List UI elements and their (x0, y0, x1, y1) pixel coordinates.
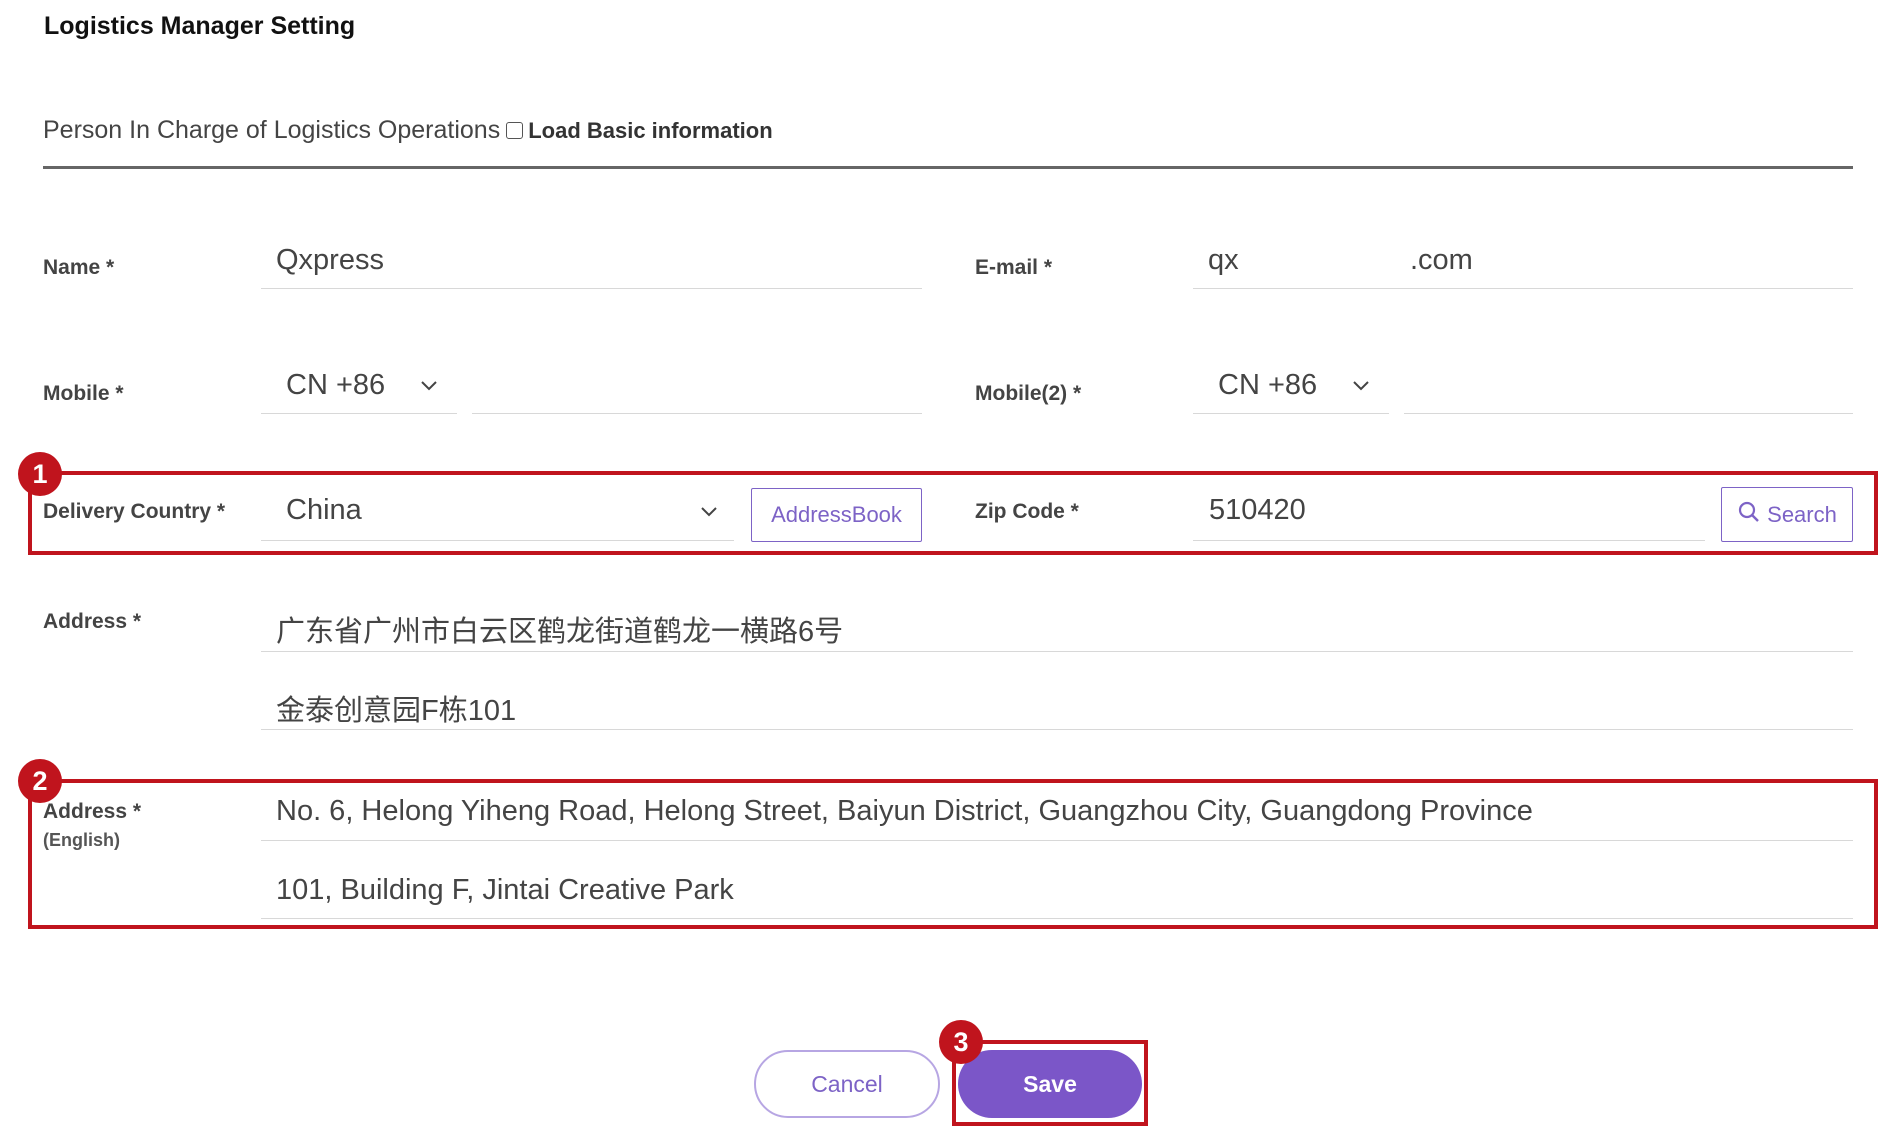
search-icon (1737, 500, 1767, 530)
name-label: Name * (43, 256, 115, 279)
mobile2-label: Mobile(2) * (975, 382, 1082, 405)
address-line2-input[interactable]: 金泰创意园F栋101 (276, 687, 516, 729)
address-english-line2-underline (261, 918, 1853, 919)
search-button-label: Search (1767, 501, 1837, 527)
mobile-country-select[interactable]: CN +86 (286, 369, 385, 402)
email-domain: .com (1410, 244, 1473, 276)
load-basic-label[interactable]: Load Basic information (528, 118, 772, 144)
address-english-sublabel: (English) (43, 830, 120, 850)
chevron-down-icon[interactable] (700, 506, 718, 518)
page-title: Logistics Manager Setting (44, 12, 356, 40)
chevron-down-icon[interactable] (1352, 380, 1370, 392)
address-line1-underline (261, 651, 1853, 652)
delivery-country-select[interactable]: China (286, 494, 362, 527)
section-header: Person In Charge of Logistics Operations… (43, 116, 773, 145)
delivery-country-underline (261, 540, 734, 541)
mobile2-country-underline (1193, 413, 1389, 414)
load-basic-checkbox[interactable] (506, 122, 524, 139)
address-label: Address * (43, 610, 142, 633)
step-badge-3: 3 (939, 1020, 983, 1064)
chevron-down-icon[interactable] (420, 380, 438, 392)
mobile2-number-underline (1404, 413, 1853, 414)
zip-code-label: Zip Code * (975, 500, 1079, 523)
step-badge-2: 2 (18, 759, 62, 803)
address-english-line2-input[interactable]: 101, Building F, Jintai Creative Park (276, 874, 734, 907)
cancel-button[interactable]: Cancel (754, 1050, 940, 1118)
name-input[interactable]: Qxpress (276, 244, 384, 277)
mobile2-country-select[interactable]: CN +86 (1218, 369, 1317, 402)
mobile2-number-input[interactable] (1404, 372, 1853, 412)
address-line1-input[interactable]: 广东省广州市白云区鹤龙街道鹤龙一横路6号 (276, 608, 843, 650)
addressbook-button[interactable]: AddressBook (751, 488, 922, 542)
address-line2-underline (261, 729, 1853, 730)
email-input[interactable]: qx (1208, 244, 1239, 277)
email-underline (1193, 288, 1853, 289)
address-english-line1-underline (261, 840, 1853, 841)
delivery-country-label: Delivery Country * (43, 500, 226, 523)
section-divider (43, 166, 1853, 169)
address-english-line1-input[interactable]: No. 6, Helong Yiheng Road, Helong Street… (276, 795, 1533, 828)
search-button[interactable]: Search (1721, 487, 1853, 542)
mobile-number-underline (472, 413, 922, 414)
zip-code-input[interactable]: 510420 (1209, 494, 1306, 527)
step-badge-1: 1 (18, 452, 62, 496)
address-english-label: Address * (43, 800, 142, 823)
zip-code-underline (1193, 540, 1705, 541)
mobile-country-underline (261, 413, 457, 414)
section-title: Person In Charge of Logistics Operations (43, 116, 501, 144)
mobile-label: Mobile * (43, 382, 124, 405)
name-underline (261, 288, 922, 289)
save-button[interactable]: Save (958, 1050, 1142, 1118)
email-label: E-mail * (975, 256, 1053, 279)
mobile-number-input[interactable] (472, 372, 922, 412)
